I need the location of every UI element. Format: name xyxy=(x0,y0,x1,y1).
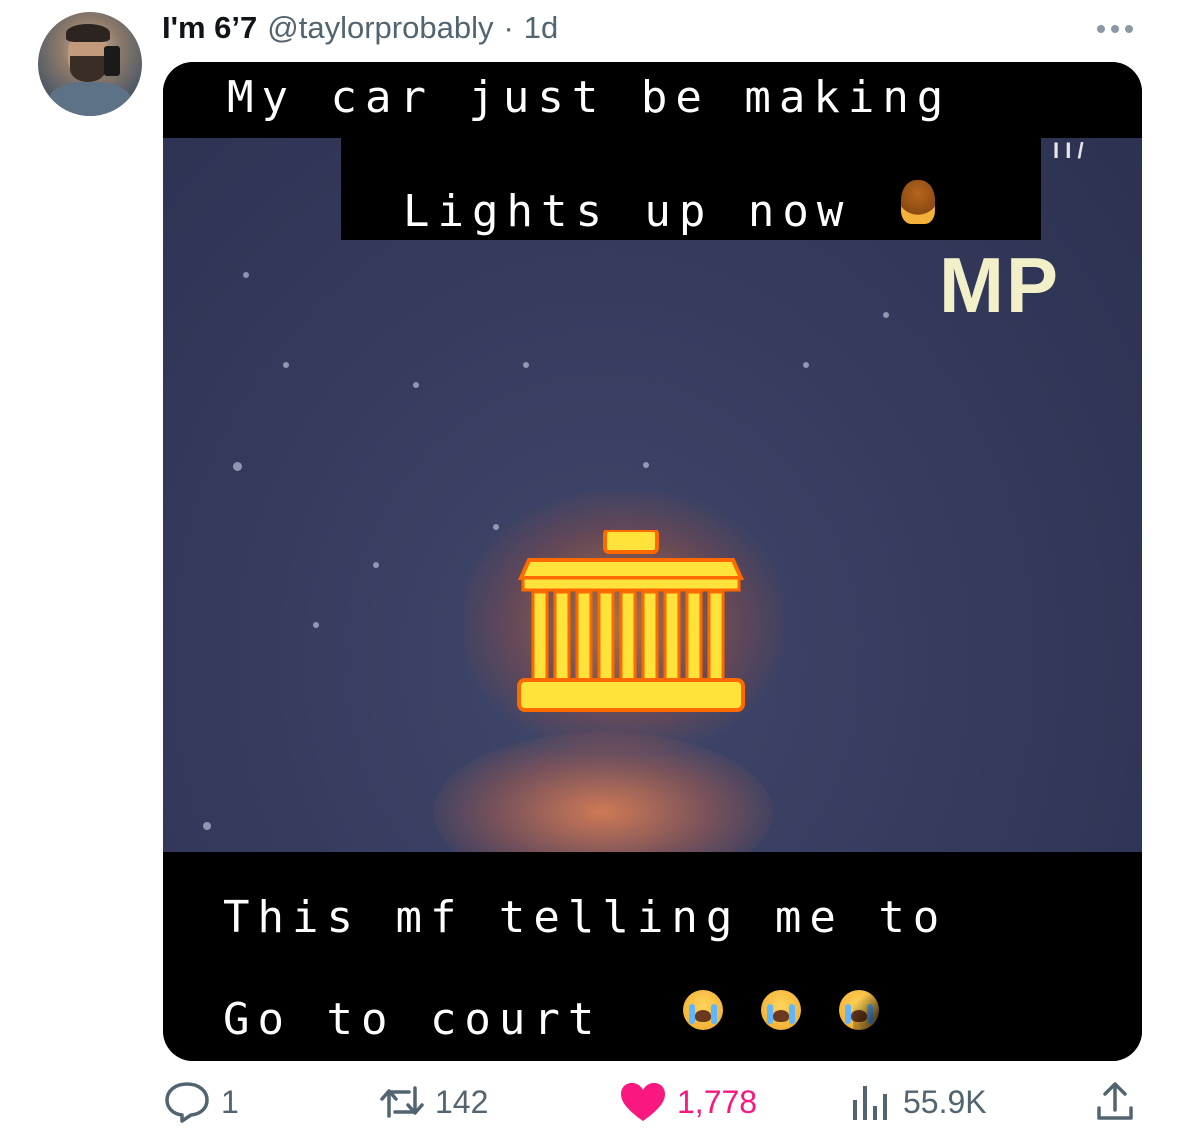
retweet-icon xyxy=(380,1086,424,1118)
avatar-shirt xyxy=(48,82,132,116)
share-button[interactable] xyxy=(1093,1080,1137,1124)
views-count: 55.9K xyxy=(903,1083,987,1120)
dashboard-mp-text: MP xyxy=(939,241,1060,329)
retweet-button[interactable]: 142 xyxy=(379,1080,488,1124)
tiktok-watermark-blob xyxy=(853,962,1142,1061)
like-button[interactable]: 1,778 xyxy=(619,1080,757,1124)
tweet-media-image[interactable]: My car just be making Lights up now I I … xyxy=(163,62,1142,1061)
like-count: 1,778 xyxy=(677,1083,758,1120)
reply-icon xyxy=(165,1082,209,1123)
reply-button[interactable]: 1 xyxy=(163,1080,239,1124)
dashboard-marks: I I / xyxy=(1053,138,1084,163)
caption-top-line2: Lights up now xyxy=(403,186,852,237)
user-handle[interactable]: @taylorprobably xyxy=(267,10,493,46)
caption-bottom-line2: Go to court xyxy=(223,994,603,1045)
reply-count: 1 xyxy=(221,1083,239,1120)
more-icon[interactable] xyxy=(1090,14,1140,44)
tweet-actions: 1 142 1,778 55.9K xyxy=(163,1072,1142,1136)
display-name[interactable]: I'm 6’7 xyxy=(162,10,257,46)
avatar-phone xyxy=(104,46,120,76)
views-button[interactable]: 55.9K xyxy=(849,1080,987,1124)
crying-face-emoji xyxy=(761,990,801,1030)
avatar-hair xyxy=(66,24,110,42)
tweet-timestamp[interactable]: 1d xyxy=(524,10,558,46)
separator-dot: · xyxy=(503,10,514,45)
facepalm-emoji xyxy=(901,180,935,224)
heart-icon xyxy=(621,1083,665,1121)
avatar-beard xyxy=(70,56,106,82)
crying-face-emoji xyxy=(683,990,723,1030)
tweet-header: I'm 6’7 @taylorprobably · 1d xyxy=(162,8,558,48)
share-icon xyxy=(1097,1082,1133,1120)
courthouse-icon xyxy=(517,530,745,712)
analytics-icon xyxy=(853,1086,887,1120)
avatar[interactable] xyxy=(38,12,142,116)
caption-top-line1: My car just be making xyxy=(227,72,952,123)
caption-bottom-line1: This mf telling me to xyxy=(223,892,948,943)
retweet-count: 142 xyxy=(435,1083,489,1120)
